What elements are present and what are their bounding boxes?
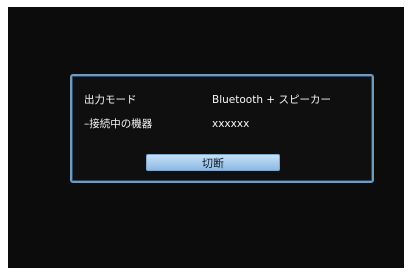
connected-device-row: –接続中の機器 xxxxxx	[84, 116, 362, 132]
bluetooth-output-dialog: 出力モード Bluetooth + スピーカー –接続中の機器 xxxxxx 切…	[70, 74, 374, 183]
disconnect-button[interactable]: 切断	[146, 154, 280, 171]
tv-screen: 出力モード Bluetooth + スピーカー –接続中の機器 xxxxxx 切…	[8, 7, 404, 268]
output-mode-label: 出力モード	[84, 94, 137, 106]
output-mode-value: Bluetooth + スピーカー	[212, 94, 331, 106]
connected-device-label: –接続中の機器	[84, 118, 153, 130]
connected-device-value: xxxxxx	[212, 118, 250, 130]
output-mode-row: 出力モード Bluetooth + スピーカー	[84, 92, 362, 108]
